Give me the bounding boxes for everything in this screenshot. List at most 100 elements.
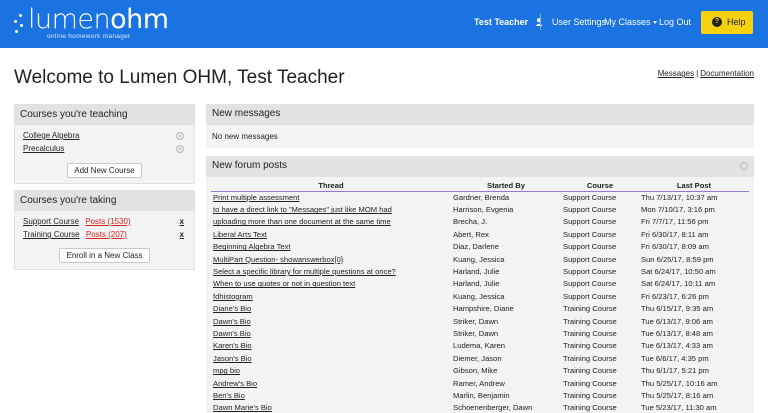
course-cell: Training Course xyxy=(563,304,617,314)
course-row: College Algebra xyxy=(23,131,186,144)
unenroll-button[interactable]: x xyxy=(180,217,184,226)
course-cell: Support Course xyxy=(563,192,617,202)
thread-link[interactable]: fdhistogram xyxy=(213,292,253,301)
course-cell: Support Course xyxy=(563,242,617,252)
thread-cell: Select a specific library for multiple q… xyxy=(211,265,451,277)
table-row: MultiPart Question- showanswerbox[0] Kuan… xyxy=(211,253,749,265)
thread-link[interactable]: to have a direct link to "Messages" just… xyxy=(213,205,392,214)
thread-cell: Karen's Bio xyxy=(211,340,451,352)
thread-cell: Liberal Arts Text xyxy=(211,228,451,240)
thread-link[interactable]: Dawn Marie's Bio xyxy=(213,403,272,412)
started-by-cell: Gibson, Mike xyxy=(453,366,498,376)
last-post-cell: Tue 6/13/17, 4:33 am xyxy=(641,341,713,351)
course-cell: Training Course xyxy=(563,353,617,363)
started-by-cell: Brecha, J. xyxy=(453,217,488,227)
logout-link[interactable]: Log Out xyxy=(659,17,691,27)
course-link-support-course[interactable]: Support Course xyxy=(23,217,79,226)
user-menu[interactable]: Test Teacher xyxy=(474,17,543,27)
last-post-cell: Thu 7/13/17, 10:37 am xyxy=(641,192,718,202)
page-title: Welcome to Lumen OHM, Test Teacher xyxy=(14,67,345,88)
help-button[interactable]: ? Help xyxy=(701,11,753,34)
thread-link[interactable]: Jason's Bio xyxy=(213,354,252,363)
table-row: fdhistogram Kuang, Jessica Support Course F… xyxy=(211,290,749,302)
top-links: Messages | Documentation xyxy=(658,69,754,78)
thread-cell: Diane's Bio xyxy=(211,303,451,315)
last-post-cell: Tue 6/13/17, 9:06 am xyxy=(641,316,713,326)
started-by-cell: Marlin, Benjamin xyxy=(453,390,510,400)
thread-link[interactable]: Beginning Algebra Text xyxy=(213,242,291,251)
course-cell: Support Course xyxy=(563,267,617,277)
thread-link[interactable]: uploading more than one document at the … xyxy=(213,217,391,226)
last-post-cell: Fri 6/30/17, 8:09 am xyxy=(641,242,709,252)
course-settings-icon[interactable] xyxy=(176,145,184,153)
last-post-cell: Sat 6/24/17, 10:11 am xyxy=(641,279,716,289)
thread-link[interactable]: Diane's Bio xyxy=(213,304,251,313)
thread-link[interactable]: Select a specific library for multiple q… xyxy=(213,267,396,276)
table-row: Beginning Algebra Text Diaz, Darlene Suppo… xyxy=(211,241,749,253)
thread-link[interactable]: mpg bio xyxy=(213,366,240,375)
course-link-training-course[interactable]: Training Course xyxy=(23,230,80,239)
started-by-cell: Schoenenberger, Dawn xyxy=(453,403,533,413)
posts-link-support-course[interactable]: Posts (1530) xyxy=(85,217,130,226)
table-row: When to use quotes or not in question te… xyxy=(211,278,749,290)
thread-link[interactable]: Liberal Arts Text xyxy=(213,230,267,239)
thread-link[interactable]: Karen's Bio xyxy=(213,341,252,350)
thread-link[interactable]: Dawn's Bio xyxy=(213,317,251,326)
my-classes-label: My Classes xyxy=(604,17,651,27)
thread-cell: When to use quotes or not in question te… xyxy=(211,278,451,290)
last-post-cell: Tue 6/13/17, 8:48 am xyxy=(641,328,713,338)
top-navigation-bar: lumenohm online homework manager Test Te… xyxy=(0,0,768,48)
documentation-link[interactable]: Documentation xyxy=(700,69,754,78)
thread-link[interactable]: When to use quotes or not in question te… xyxy=(213,279,355,288)
started-by-cell: Striker, Dawn xyxy=(453,316,499,326)
last-post-cell: Mon 7/10/17, 3:16 pm xyxy=(641,205,715,215)
logo-subtitle: online homework manager xyxy=(47,33,131,40)
course-cell: Training Course xyxy=(563,316,617,326)
collapse-icon[interactable] xyxy=(740,162,748,170)
enroll-new-class-button[interactable]: Enroll in a New Class xyxy=(59,248,150,263)
started-by-cell: Kuang, Jessica xyxy=(453,291,505,301)
course-settings-icon[interactable] xyxy=(176,132,184,140)
last-post-cell: Tue 6/6/17, 4:35 pm xyxy=(641,353,709,363)
messages-link[interactable]: Messages xyxy=(658,69,694,78)
started-by-cell: Abert, Rex xyxy=(453,229,489,239)
thread-cell: Dawn's Bio xyxy=(211,315,451,327)
posts-link-training-course[interactable]: Posts (207) xyxy=(86,230,127,239)
course-cell: Support Course xyxy=(563,205,617,215)
table-row: Jason's Bio Diemer, Jason Training Course T… xyxy=(211,352,749,364)
thread-link[interactable]: Andrew's Bio xyxy=(213,379,257,388)
started-by-cell: Ramer, Andrew xyxy=(453,378,505,388)
last-post-cell: Sat 6/24/17, 10:50 am xyxy=(641,267,716,277)
course-link-college-algebra[interactable]: College Algebra xyxy=(23,131,79,140)
table-row: Liberal Arts Text Abert, Rex Support Cours… xyxy=(211,228,749,240)
table-row: Dawn Marie's Bio Schoenenberger, Dawn Trai… xyxy=(211,402,749,413)
last-post-cell: Tue 5/23/17, 11:30 am xyxy=(641,403,717,413)
add-new-course-button[interactable]: Add New Course xyxy=(67,163,142,178)
last-post-cell: Sun 6/25/17, 8:59 pm xyxy=(641,254,714,264)
column-header-last-post: Last Post xyxy=(639,180,749,192)
user-settings-link[interactable]: User Settings xyxy=(552,17,606,27)
link-separator: | xyxy=(696,69,699,78)
course-cell: Training Course xyxy=(563,378,617,388)
thread-link[interactable]: Ben's Bio xyxy=(213,391,245,400)
thread-link[interactable]: MultiPart Question- showanswerbox[0] xyxy=(213,255,343,264)
forum-posts-header: New forum posts xyxy=(206,156,754,177)
thread-cell: to have a direct link to "Messages" just… xyxy=(211,203,451,215)
thread-cell: Print multiple assessment xyxy=(211,191,451,203)
unenroll-button[interactable]: x xyxy=(180,230,184,239)
column-header-course: Course xyxy=(561,180,639,192)
last-post-cell: Thu 5/25/17, 10:16 am xyxy=(641,378,718,388)
course-cell: Support Course xyxy=(563,254,617,264)
thread-cell: uploading more than one document at the … xyxy=(211,216,451,228)
started-by-cell: Harland, Julie xyxy=(453,267,500,277)
thread-cell: Ben's Bio xyxy=(211,389,451,401)
logo-text: lumenohm xyxy=(28,4,169,35)
thread-cell: Dawn's Bio xyxy=(211,327,451,339)
thread-cell: fdhistogram xyxy=(211,290,451,302)
course-link-precalculus[interactable]: Precalculus xyxy=(23,144,64,153)
thread-link[interactable]: Dawn's Bio xyxy=(213,329,251,338)
table-header-row: Thread Started By Course Last Post xyxy=(211,180,749,192)
courses-taking-heading: Courses you're taking xyxy=(15,191,194,211)
my-classes-dropdown[interactable]: My Classes xyxy=(604,17,657,27)
thread-link[interactable]: Print multiple assessment xyxy=(213,193,300,202)
